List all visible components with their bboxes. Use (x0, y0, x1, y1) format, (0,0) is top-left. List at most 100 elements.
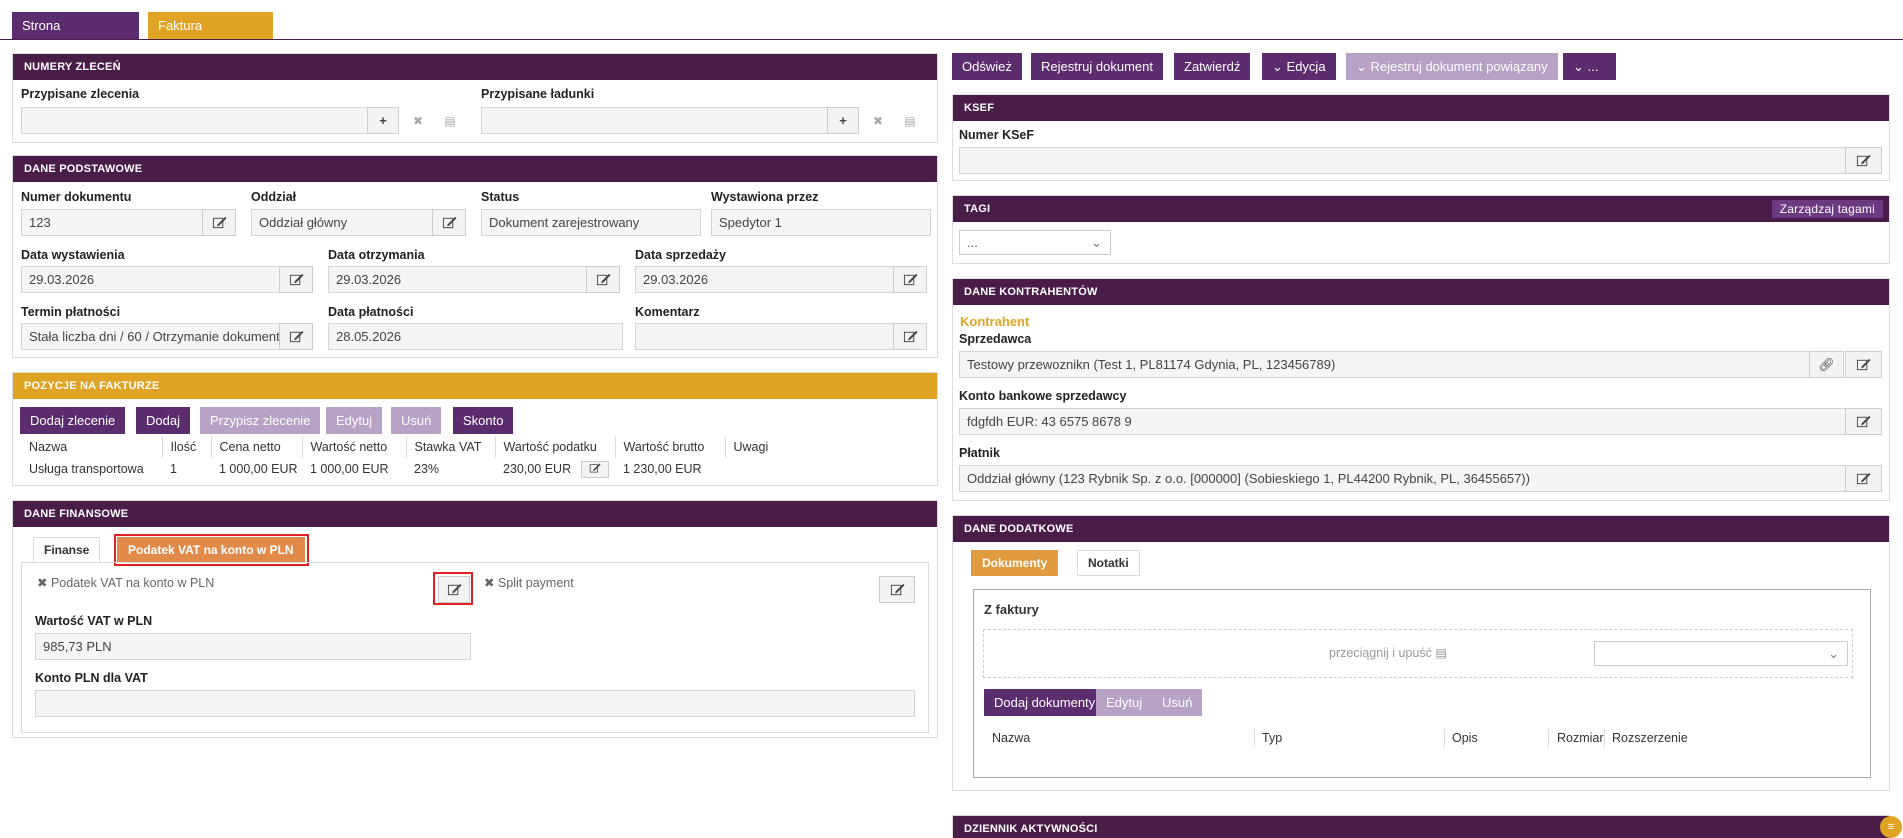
konto-pln-field[interactable] (35, 690, 915, 717)
cell-nazwa: Usługa transportowa (29, 462, 144, 476)
panel-title: TAGI Zarządzaj tagami (953, 196, 1889, 222)
chevron-down-icon: ⌄ (1573, 59, 1584, 74)
document-icon[interactable]: ▤ (433, 107, 467, 134)
panel-title: DANE FINANSOWE (13, 501, 937, 527)
tab-notatki[interactable]: Notatki (1077, 550, 1140, 576)
add-icon[interactable]: + (827, 107, 859, 134)
cell-wartosc-netto: 1 000,00 EUR (310, 462, 389, 476)
numer-ksef-field[interactable] (959, 147, 1852, 174)
label-komentarz: Komentarz (635, 305, 700, 319)
tab-strona-startowa[interactable]: Strona startowa✕ (12, 12, 139, 60)
checkbox-vat-pln[interactable]: ✖ Podatek VAT na konto w PLN (37, 575, 214, 590)
label-konto-bankowe: Konto bankowe sprzedawcy (959, 389, 1127, 403)
data-otrzymania-field[interactable]: 29.03.2026 (328, 266, 596, 293)
edytuj-button[interactable]: Edytuj (326, 407, 383, 434)
column-divider (1444, 729, 1445, 747)
przypisane-zlecenia-input[interactable] (21, 107, 379, 134)
edit-icon[interactable] (879, 576, 915, 603)
wystawiona-przez-field: Spedytor 1 (711, 209, 931, 236)
edit-icon[interactable] (279, 323, 313, 350)
column-header: Wartość brutto (614, 436, 725, 458)
tabs-bar: Strona startowa✕ Faktura zakupu✕ (0, 0, 1903, 60)
label-data-platnosci: Data płatności (328, 305, 414, 319)
termin-platnosci-field[interactable]: Stała liczba dni / 60 / Otrzymanie dokum… (21, 323, 289, 350)
data-sprzedazy-field[interactable]: 29.03.2026 (635, 266, 903, 293)
rejestruj-dokument-button[interactable]: Rejestruj dokument (1031, 53, 1163, 80)
label-numer-dokumentu: Numer dokumentu (21, 190, 132, 204)
remove-icon[interactable]: ✖ (861, 107, 895, 134)
checkbox-split-payment[interactable]: ✖ Split payment (484, 575, 574, 590)
przypisane-ladunki-input[interactable] (481, 107, 839, 134)
column-header: Nazwa (29, 440, 68, 454)
edit-icon[interactable] (432, 209, 466, 236)
edit-icon[interactable] (1845, 351, 1882, 378)
zatwierdz-button[interactable]: Zatwierdź (1174, 53, 1251, 80)
rejestruj-powiazany-button[interactable]: ⌄ Rejestruj dokument powiązany (1346, 53, 1558, 80)
label-data-otrzymania: Data otrzymania (328, 248, 425, 262)
column-header: Cena netto (210, 436, 302, 458)
usun-button[interactable]: Usuń (391, 407, 442, 434)
usun-dokument-button[interactable]: Usuń (1152, 689, 1203, 716)
kontrahent-heading: Kontrahent (960, 314, 1030, 329)
select-value: ... (967, 235, 978, 250)
edit-icon[interactable] (586, 266, 620, 293)
column-header: Opis (1452, 731, 1478, 745)
odswiez-button[interactable]: Odśwież (952, 53, 1022, 80)
status-field: Dokument zarejestrowany (481, 209, 701, 236)
column-header: Rozszerzenie (1612, 731, 1688, 745)
add-icon[interactable]: + (367, 107, 399, 134)
tab-faktura-zakupu[interactable]: Faktura zakupu✕ (148, 12, 273, 60)
remove-icon[interactable]: ✖ (401, 107, 435, 134)
dodaj-zlecenie-button[interactable]: Dodaj zlecenie (20, 407, 126, 434)
label-platnik: Płatnik (959, 446, 1000, 460)
panel-title: NUMERY ZLECEŃ (13, 54, 937, 80)
column-header: Stawka VAT (405, 436, 495, 458)
link-icon[interactable]: 🔗︎ (1809, 351, 1844, 378)
column-divider (1548, 729, 1549, 747)
edit-icon[interactable] (581, 460, 610, 478)
tab-dokumenty[interactable]: Dokumenty (971, 550, 1059, 576)
data-platnosci-field: 28.05.2026 (328, 323, 623, 350)
tagi-select[interactable]: ... ⌄ (959, 230, 1111, 255)
more-button[interactable]: ⌄ ... (1563, 53, 1616, 80)
data-wystawienia-field[interactable]: 29.03.2026 (21, 266, 289, 293)
panel-title: DANE KONTRAHENTÓW (953, 279, 1889, 305)
skonto-button[interactable]: Skonto (453, 407, 514, 434)
edytuj-dokument-button[interactable]: Edytuj (1096, 689, 1153, 716)
edit-icon[interactable] (1845, 465, 1882, 492)
komentarz-field[interactable] (635, 323, 903, 350)
column-header: Nazwa (992, 731, 1031, 745)
table-row[interactable]: Usługa transportowa 1 1 000,00 EUR 1 000… (21, 458, 785, 480)
edit-icon[interactable] (893, 323, 927, 350)
column-header: Wartość netto (301, 436, 406, 458)
sprzedawca-field[interactable]: Testowy przewoznikn (Test 1, PL81174 Gdy… (959, 351, 1816, 378)
dodaj-dokumenty-button[interactable]: Dodaj dokumenty (984, 689, 1106, 716)
przypisz-zlecenie-button[interactable]: Przypisz zlecenie (200, 407, 321, 434)
konto-bankowe-field[interactable]: fdgfdh EUR: 43 6575 8678 9 (959, 408, 1852, 435)
cell-cena-netto: 1 000,00 EUR (219, 462, 298, 476)
document-type-select[interactable]: ⌄ (1594, 641, 1848, 666)
chat-icon[interactable]: ≡ (1880, 816, 1902, 838)
edycja-button[interactable]: ⌄ Edycja (1262, 53, 1336, 80)
chevron-down-icon: ⌄ (1272, 59, 1283, 74)
zarzadzaj-tagami-button[interactable]: Zarządzaj tagami (1771, 200, 1883, 218)
button-label: Rejestruj dokument powiązany (1370, 59, 1548, 74)
dodaj-button[interactable]: Dodaj (136, 407, 190, 434)
drop-zone[interactable]: przeciągnij i upuść ▤ ⌄ (983, 629, 1853, 678)
edit-icon[interactable] (1845, 408, 1882, 435)
tab-finanse[interactable]: Finanse (33, 537, 101, 563)
edit-icon[interactable] (202, 209, 236, 236)
edit-icon[interactable] (1845, 147, 1882, 174)
chevron-down-icon: ⌄ (1828, 646, 1839, 661)
edit-icon[interactable] (893, 266, 927, 293)
platnik-field[interactable]: Oddział główny (123 Rybnik Sp. z o.o. [0… (959, 465, 1852, 492)
oddzial-field[interactable]: Oddział główny (251, 209, 433, 236)
cell-stawka-vat: 23% (414, 462, 440, 476)
document-icon[interactable]: ▤ (893, 107, 927, 134)
panel-dane-podstawowe: DANE PODSTAWOWE Numer dokumentu 123 Oddz… (12, 155, 938, 358)
numer-dokumentu-field[interactable]: 123 (21, 209, 203, 236)
edit-icon[interactable] (279, 266, 313, 293)
chevron-down-icon: ⌄ (1356, 59, 1367, 74)
column-header: Ilość (161, 436, 211, 458)
cross-icon: ✖ (37, 576, 48, 590)
